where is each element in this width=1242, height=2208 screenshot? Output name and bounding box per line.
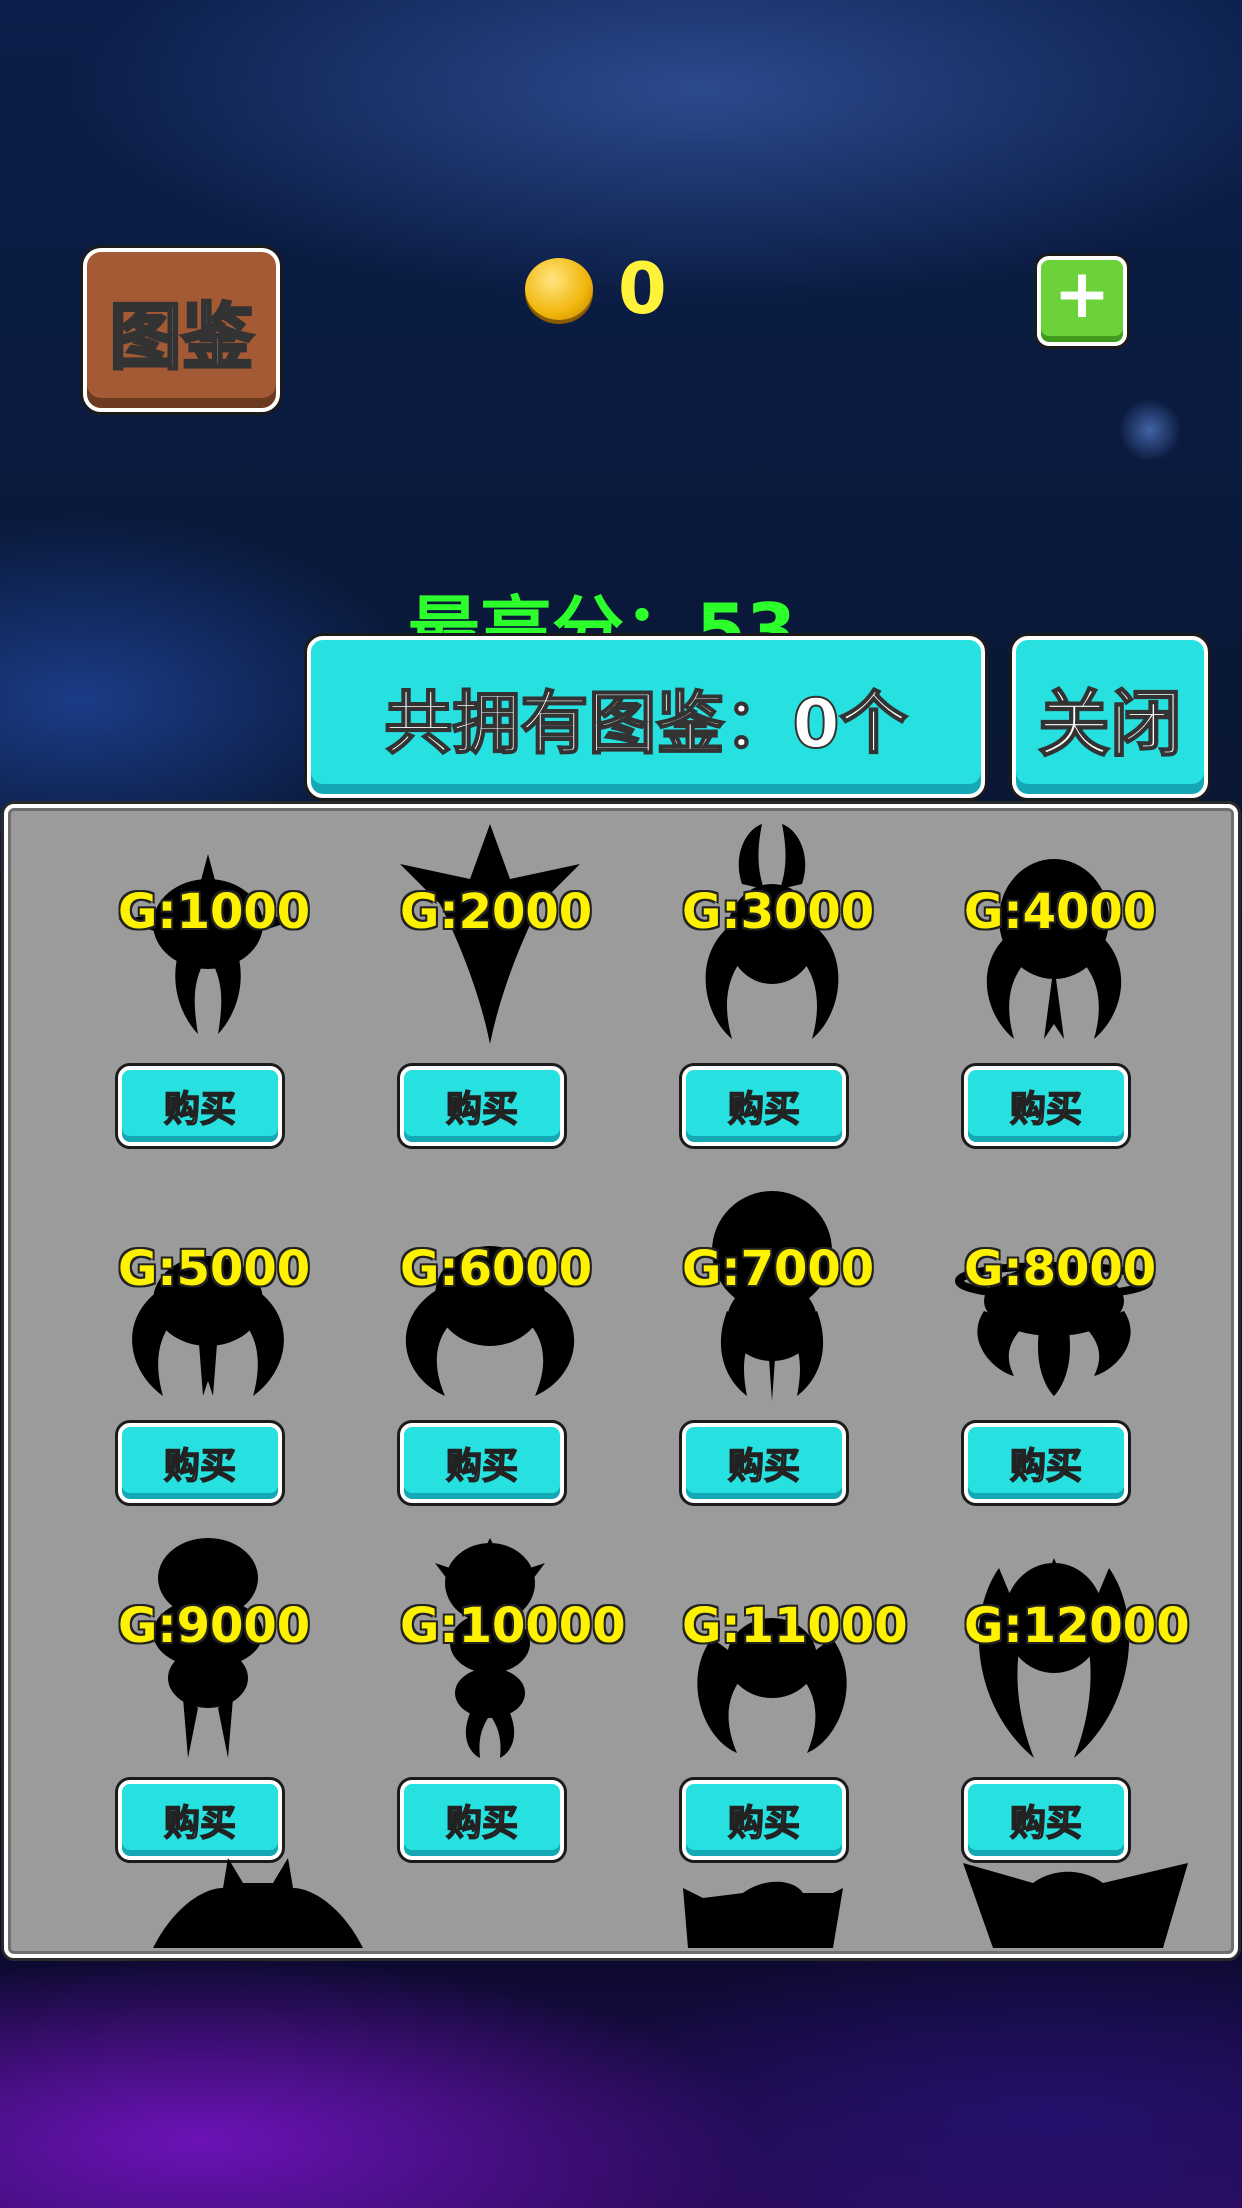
owned-count-label: 共拥有图鉴：0个 xyxy=(383,684,908,765)
close-button-label: 关闭 xyxy=(1037,681,1183,767)
shop-item: G:11000 购买 xyxy=(572,1530,908,1886)
item-price: G:8000 xyxy=(964,1241,1157,1297)
buy-button[interactable]: 购买 xyxy=(400,1780,564,1860)
shop-item: G:10000 购买 xyxy=(290,1530,626,1886)
shop-item: G:9000 购买 xyxy=(8,1530,310,1886)
owned-count-banner: 共拥有图鉴：0个 xyxy=(307,636,985,798)
item-price: G:9000 xyxy=(118,1598,311,1654)
buy-button[interactable]: 购买 xyxy=(682,1780,846,1860)
monster-partial-icon xyxy=(963,1863,1188,1948)
shop-item: G:3000 购买 xyxy=(572,816,874,1172)
buy-button[interactable]: 购买 xyxy=(400,1066,564,1146)
shop-item: G:7000 购买 xyxy=(572,1173,874,1529)
buy-button[interactable]: 购买 xyxy=(964,1780,1128,1860)
shop-item: G:4000 购买 xyxy=(854,816,1156,1172)
coin-icon xyxy=(525,258,593,320)
shop-item: G:8000 购买 xyxy=(854,1173,1156,1529)
item-price: G:1000 xyxy=(118,884,311,940)
buy-button[interactable]: 购买 xyxy=(118,1066,282,1146)
shop-item: G:2000 购买 xyxy=(290,816,592,1172)
item-price: G:5000 xyxy=(118,1241,311,1297)
book-button[interactable]: 图鉴 xyxy=(83,248,280,412)
buy-button[interactable]: 购买 xyxy=(964,1066,1128,1146)
shop-item: G:1000 购买 xyxy=(8,816,310,1172)
shop-item: G:6000 购买 xyxy=(290,1173,592,1529)
buy-button[interactable]: 购买 xyxy=(400,1423,564,1503)
item-price: G:4000 xyxy=(964,884,1157,940)
book-button-label: 图鉴 xyxy=(108,293,255,380)
close-button[interactable]: 关闭 xyxy=(1012,636,1208,798)
collection-panel[interactable]: G:1000 购买 G:2000 购买 G:3000 购买 G:4000 购买 G:5000 购买… xyxy=(4,804,1238,1958)
item-price: G:7000 xyxy=(682,1241,875,1297)
monster-partial-icon xyxy=(683,1881,843,1948)
item-price: G:2000 xyxy=(400,884,593,940)
shop-item: G:12000 购买 xyxy=(854,1530,1190,1886)
buy-button[interactable]: 购买 xyxy=(118,1780,282,1860)
item-price: G:12000 xyxy=(964,1598,1190,1654)
add-coins-button[interactable]: + xyxy=(1037,256,1127,346)
buy-button[interactable]: 购买 xyxy=(964,1423,1128,1503)
buy-button[interactable]: 购买 xyxy=(682,1423,846,1503)
shop-item: G:5000 购买 xyxy=(8,1173,310,1529)
monster-partial-icon xyxy=(153,1858,363,1948)
item-price: G:3000 xyxy=(682,884,875,940)
item-price: G:6000 xyxy=(400,1241,593,1297)
buy-button[interactable]: 购买 xyxy=(682,1066,846,1146)
buy-button[interactable]: 购买 xyxy=(118,1423,282,1503)
best-score: 最高分：53 xyxy=(408,588,797,643)
coin-count: 0 xyxy=(618,248,667,330)
